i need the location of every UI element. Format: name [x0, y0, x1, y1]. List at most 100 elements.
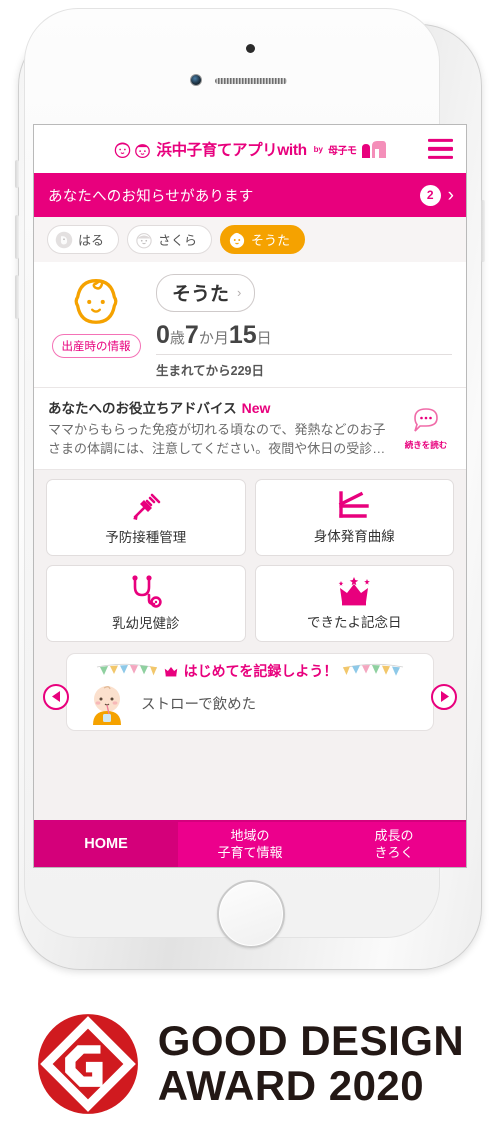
stethoscope-icon: [132, 575, 162, 608]
feature-card-growth-curve[interactable]: 身体発育曲線: [254, 478, 454, 556]
nav-item-label-line2: きろく: [374, 844, 414, 860]
read-more-button[interactable]: 続きを読む: [400, 397, 452, 459]
profile-details: そうた › 0歳7か月15日 生まれてから229日: [156, 272, 452, 379]
award-text-block: GOOD DESIGN AWARD 2020: [157, 1016, 465, 1109]
notification-banner[interactable]: あなたへのお知らせがあります 2 ›: [34, 173, 466, 217]
award-line-1: GOOD DESIGN: [157, 1016, 465, 1064]
carousel-item: ストローで飲めた: [77, 683, 423, 725]
speech-bubble-icon: [414, 408, 438, 432]
carousel-title: はじめてを記録しよう！: [183, 662, 338, 679]
advice-new-badge: New: [241, 400, 271, 416]
child-name-button[interactable]: そうた ›: [156, 274, 256, 312]
bottom-navigation: HOME 地域の 子育て情報 成長の きろく: [34, 820, 466, 867]
nav-item-growth-record[interactable]: 成長の きろく: [322, 822, 466, 867]
good-design-award-badge: GOOD DESIGN AWARD 2020: [0, 990, 500, 1137]
child-tab-label: そうた: [251, 233, 291, 248]
hamburger-bar: [428, 147, 453, 151]
baby-illustration-icon: [93, 685, 121, 725]
child-name-label: そうた: [172, 284, 230, 305]
profile-avatar-block: 出産時の情報: [48, 272, 144, 379]
nav-item-label: HOME: [84, 836, 128, 853]
advice-content: あなたへのお役立ちアドバイス New ママからもらった免疫が切れる頃なので、発熱な…: [48, 397, 394, 459]
app-header: 浜中子育てアプリwith by 母子モ: [34, 125, 466, 173]
advice-title: あなたへのお役立ちアドバイス: [48, 401, 237, 416]
arrow-right-icon: [440, 691, 449, 703]
bunting-right-icon: [343, 663, 404, 676]
home-button[interactable]: [217, 880, 285, 948]
award-line-2: AWARD 2020: [157, 1061, 425, 1109]
front-camera: [190, 74, 202, 86]
menu-button[interactable]: [428, 138, 453, 160]
crown-icon: [164, 667, 177, 677]
notification-count-badge: 2: [419, 184, 441, 206]
carousel-slide[interactable]: はじめてを記録しよう！ ストローで飲めた: [66, 652, 434, 731]
syringe-icon: [132, 493, 161, 520]
child-tab-haru[interactable]: はる: [47, 225, 120, 254]
nav-item-label-line1: 成長の: [374, 828, 414, 844]
volume-down-button: [15, 275, 19, 319]
age-days-unit: 日: [256, 330, 272, 347]
hamburger-bar: [428, 138, 453, 143]
hamburger-bar: [428, 155, 453, 160]
feature-card-vaccination[interactable]: 予防接種管理: [46, 478, 246, 556]
growth-curve-icon: [338, 490, 369, 518]
child-tab-label: さくら: [158, 233, 198, 248]
read-more-label: 続きを読む: [404, 440, 448, 450]
advice-section[interactable]: あなたへのお役立ちアドバイス New ママからもらった免疫が切れる頃なので、発熱な…: [34, 388, 466, 470]
child-profile-card: 出産時の情報 そうた › 0歳7か月15日 生まれてから229日: [34, 262, 466, 388]
child-tab-sakura[interactable]: さくら: [127, 225, 213, 254]
days-since-birth: 生まれてから229日: [156, 364, 264, 378]
earpiece-speaker: [215, 78, 287, 84]
phone-mockup: 浜中子育てアプリwith by 母子モ あなたへのお知らせがあります 2 › は…: [0, 0, 500, 990]
advice-heading: あなたへのお役立ちアドバイス New: [48, 397, 394, 418]
app-screen: 浜中子育てアプリwith by 母子モ あなたへのお知らせがあります 2 › は…: [33, 124, 467, 868]
divider: [156, 354, 452, 355]
age-years-value: 0: [156, 321, 170, 349]
nav-item-label-line2: 子育て情報: [217, 844, 283, 860]
chevron-right-icon: ›: [447, 184, 454, 206]
feature-card-label: 身体発育曲線: [313, 528, 395, 544]
crown-icon: [338, 576, 371, 606]
feature-card-label: 予防接種管理: [105, 529, 187, 545]
child-selector: はる さくら そうた: [34, 217, 466, 262]
feature-card-label: できたよ記念日: [307, 614, 402, 630]
boshimo-house-icon: [361, 140, 386, 158]
app-logo[interactable]: 浜中子育てアプリwith by 母子モ: [113, 138, 386, 160]
child-tab-label: はる: [78, 233, 105, 248]
child-avatar-icon: [55, 231, 73, 248]
chevron-right-icon: ›: [237, 285, 242, 300]
nav-item-home[interactable]: HOME: [34, 822, 178, 867]
feature-card-checkup[interactable]: 乳幼児健診: [46, 564, 246, 642]
age-display: 0歳7か月15日: [156, 321, 452, 350]
age-months-unit: か月: [198, 330, 229, 347]
mascot-characters-icon: [113, 140, 152, 159]
child-avatar-icon: [136, 232, 152, 248]
bunting-left-icon: [96, 663, 157, 676]
good-design-g-mark-icon: [37, 1013, 138, 1114]
logo-by-label: by: [313, 144, 324, 154]
carousel-next-button[interactable]: [431, 683, 457, 710]
feature-grid: 予防接種管理 身体発育曲線 乳幼児健診 できたよ記念日: [34, 470, 466, 646]
birth-info-badge[interactable]: 出産時の情報: [51, 334, 141, 358]
child-tab-souta[interactable]: そうた: [220, 225, 306, 254]
feature-card-label: 乳幼児健診: [112, 615, 180, 631]
nav-item-label-line1: 地域の: [230, 828, 270, 844]
advice-body-text: ママからもらった免疫が切れる頃なので、発熱などのお子さまの体調には、注意してくだ…: [48, 422, 386, 456]
milestone-carousel: はじめてを記録しよう！ ストローで飲めた: [34, 646, 466, 731]
logo-brand-label: 母子モ: [328, 145, 357, 157]
age-months-value: 7: [184, 321, 199, 349]
baby-face-icon: [74, 279, 118, 324]
carousel-header: はじめてを記録しよう！: [77, 661, 423, 681]
power-button: [481, 200, 485, 262]
notification-text: あなたへのお知らせがあります: [48, 188, 254, 205]
arrow-left-icon: [51, 691, 60, 703]
volume-up-button: [15, 215, 19, 259]
nav-item-local-info[interactable]: 地域の 子育て情報: [178, 822, 322, 867]
app-title: 浜中子育てアプリwith: [156, 142, 307, 159]
carousel-item-label: ストローで飲めた: [141, 697, 257, 714]
carousel-prev-button[interactable]: [43, 683, 69, 710]
sensor-dot: [246, 44, 255, 53]
age-days-value: 15: [228, 321, 257, 349]
silent-switch: [15, 160, 19, 188]
feature-card-milestones[interactable]: できたよ記念日: [254, 564, 454, 642]
